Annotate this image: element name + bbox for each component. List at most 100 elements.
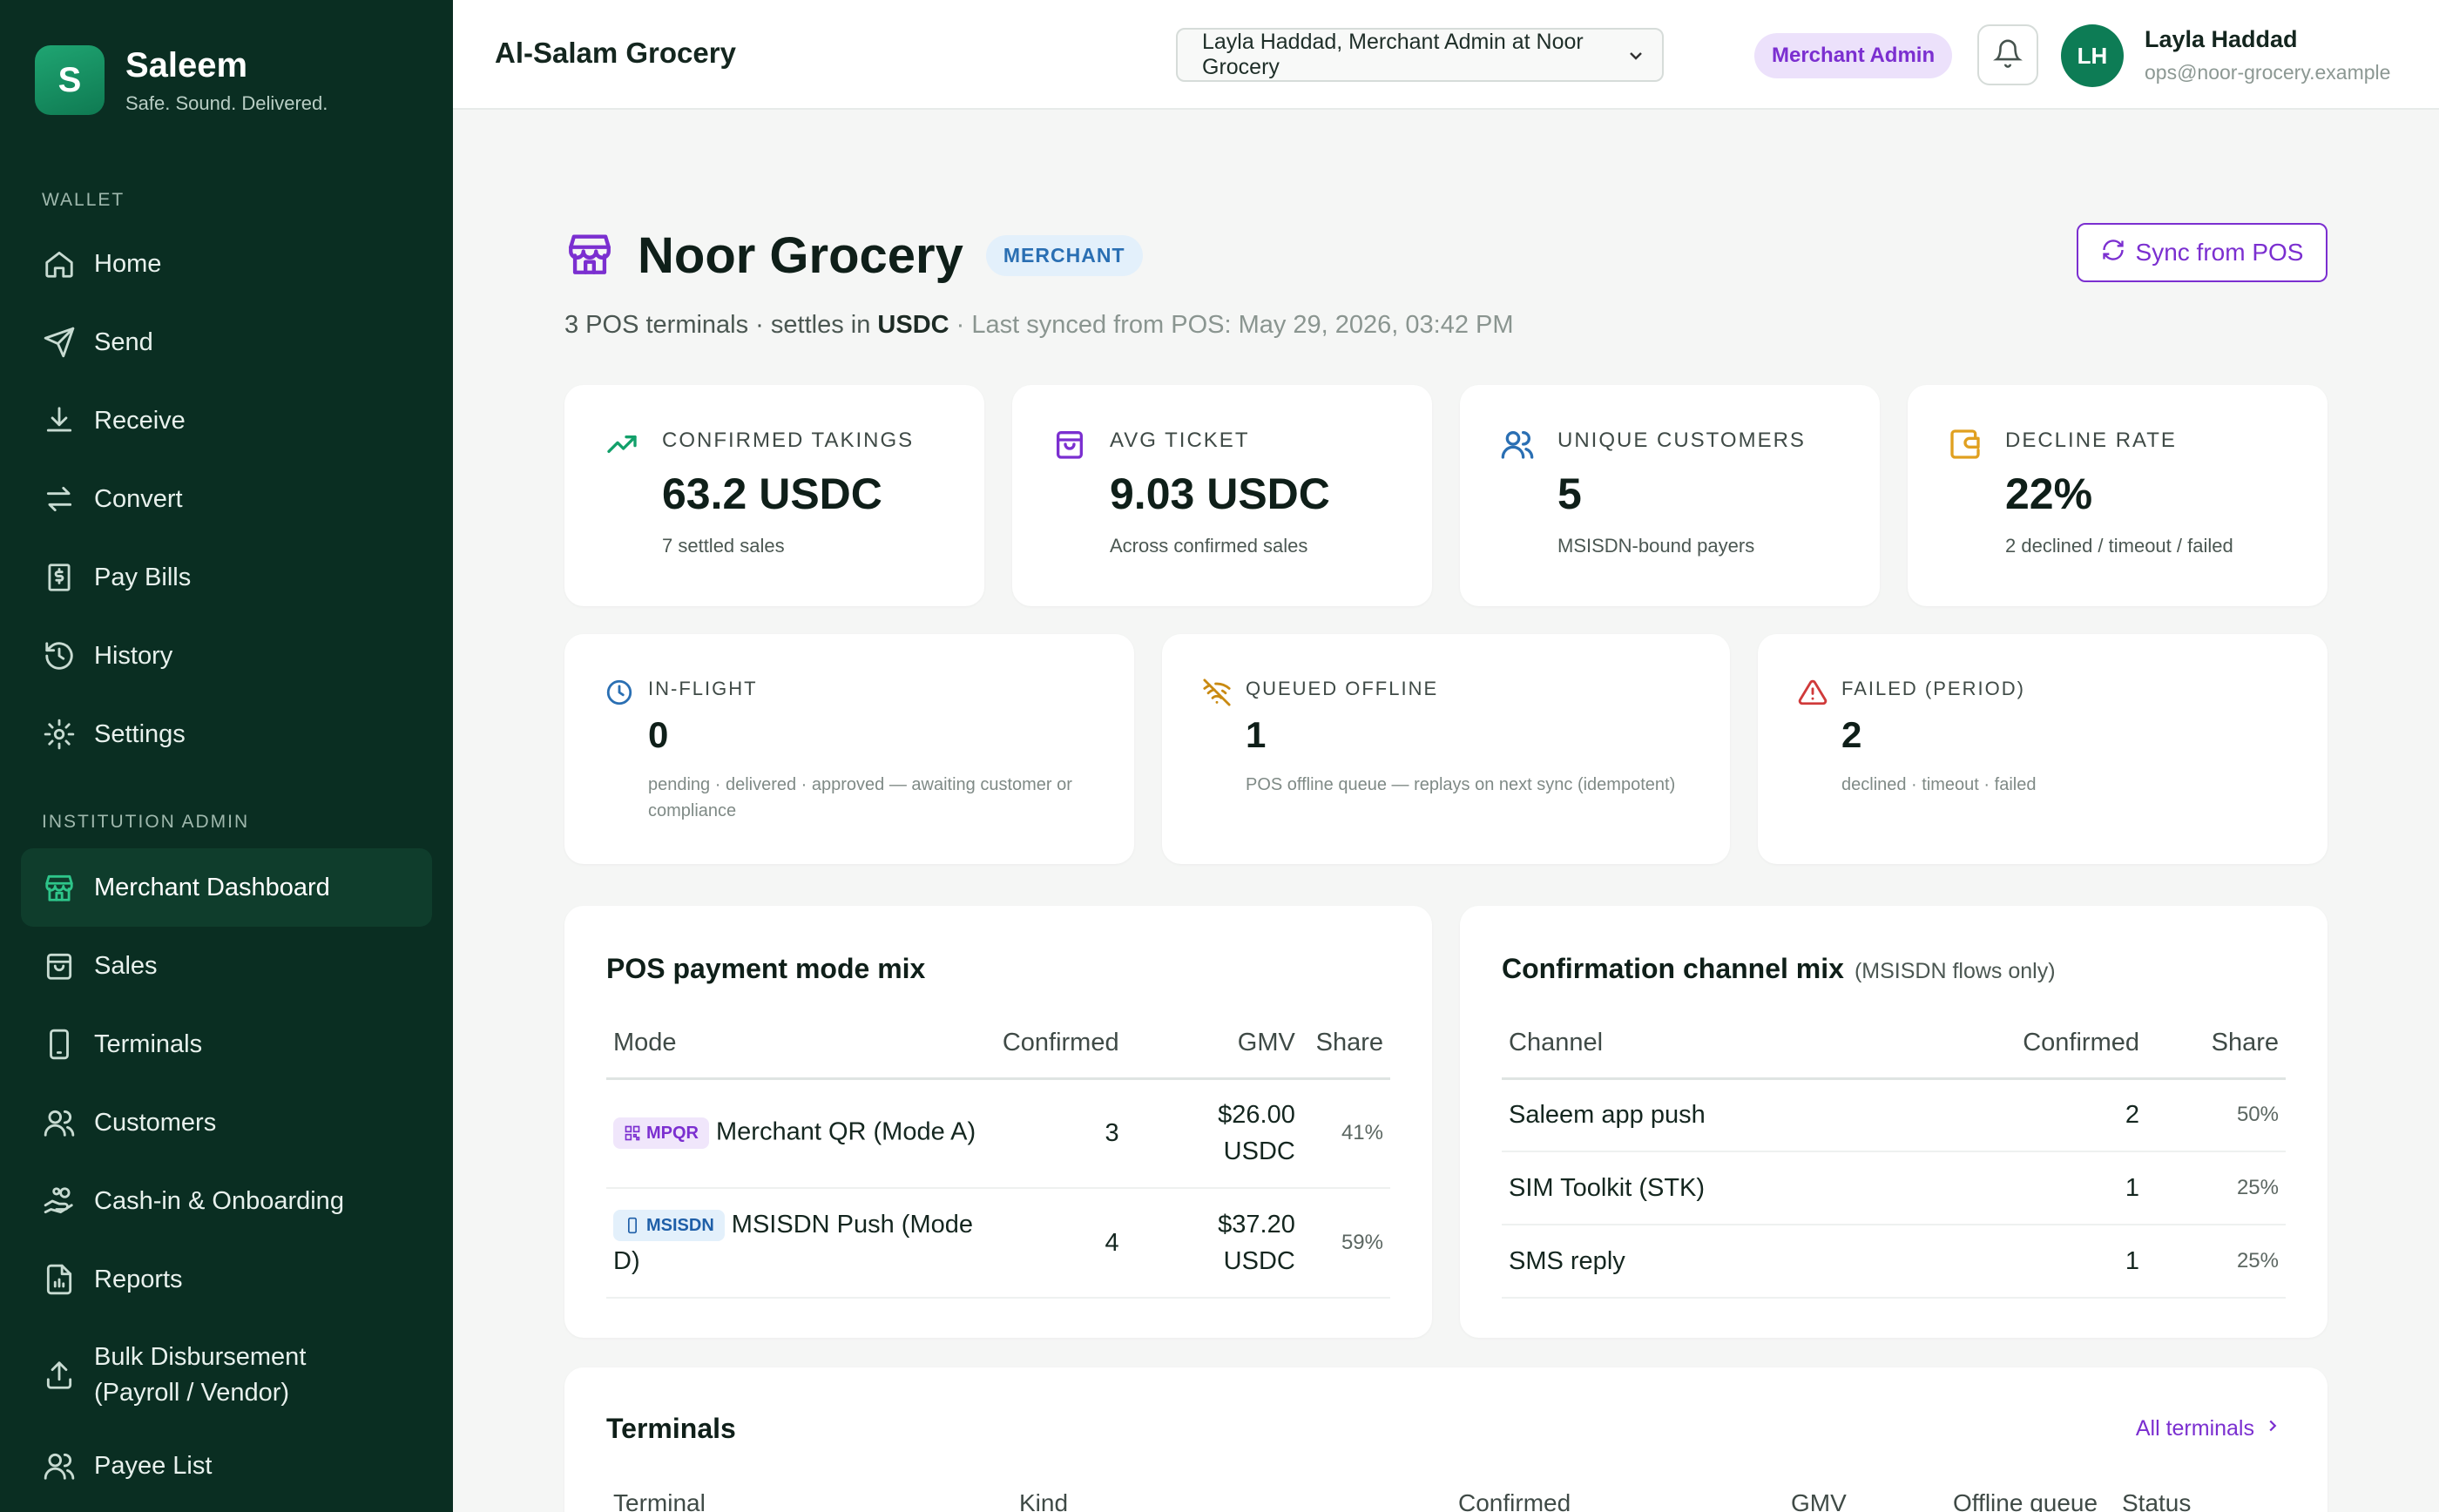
channel-cell: SMS reply	[1502, 1225, 1990, 1299]
chevron-right-icon	[2254, 1416, 2282, 1441]
kpi-sub: 7 settled sales	[662, 535, 785, 557]
sidebar-item-label: Pay Bills	[94, 563, 192, 591]
status-label: FAILED (PERIOD)	[1841, 678, 2025, 699]
qr-code-icon	[625, 1125, 640, 1141]
brand[interactable]: S Saleem Safe. Sound. Delivered.	[35, 45, 328, 115]
gmv-value: $26.00 USDC	[1218, 1101, 1295, 1166]
sidebar-item-label: Customers	[94, 1108, 217, 1137]
table-row[interactable]: MPQR Merchant QR (Mode A) 3 $26.00 USDC 4…	[606, 1078, 1390, 1189]
convert-icon	[42, 482, 77, 516]
kpi-sub: 2 declined / timeout / failed	[2005, 535, 2233, 557]
status-value: 1	[1246, 714, 1267, 755]
sidebar-item-label: History	[94, 641, 173, 670]
confirmed-cell: 3	[993, 1078, 1126, 1189]
table-row[interactable]: SIM Toolkit (STK) 1 25%	[1502, 1151, 2286, 1225]
sidebar-item-customers[interactable]: Customers	[21, 1083, 432, 1162]
brand-tagline: Safe. Sound. Delivered.	[125, 91, 328, 114]
mode-cell: MPQR Merchant QR (Mode A)	[606, 1078, 994, 1189]
trending-up-icon	[605, 427, 639, 462]
alert-triangle-icon	[1798, 678, 1828, 707]
link-label: All terminals	[2135, 1416, 2254, 1441]
sidebar-item-label: Merchant Dashboard	[94, 873, 330, 901]
sync-from-pos-button[interactable]: Sync from POS	[2077, 223, 2328, 282]
share-cell: 59%	[1301, 1188, 1390, 1299]
sidebar-item-merchant-dashboard[interactable]: Merchant Dashboard	[21, 848, 432, 927]
status-card-in-flight: IN-FLIGHT 0 pending · delivered · approv…	[564, 634, 1134, 864]
terminal-icon	[42, 1027, 77, 1062]
bill-icon	[42, 560, 77, 595]
sync-button-label: Sync from POS	[2135, 239, 2304, 266]
status-value: 2	[1841, 714, 1862, 755]
table-row[interactable]: MSISDN MSISDN Push (Mode D) 4 $37.20 USDC…	[606, 1188, 1390, 1299]
store-icon	[42, 870, 77, 905]
status-label: QUEUED OFFLINE	[1246, 678, 1439, 699]
sidebar-item-convert[interactable]: Convert	[21, 460, 432, 538]
sidebar-item-home[interactable]: Home	[21, 225, 432, 303]
sidebar: S Saleem Safe. Sound. Delivered. WALLET …	[0, 0, 453, 1512]
kpi-card-avg-ticket: AVG TICKET 9.03 USDC Across confirmed sa…	[1012, 385, 1432, 606]
table-row[interactable]: SMS reply 1 25%	[1502, 1225, 2286, 1299]
column-header: Terminal	[613, 1489, 706, 1512]
avatar[interactable]: LH	[2061, 24, 2124, 87]
column-header: Confirmed	[1458, 1489, 1571, 1512]
sidebar-item-reports[interactable]: Reports	[21, 1240, 432, 1319]
sidebar-item-cash-in[interactable]: Cash-in & Onboarding	[21, 1162, 432, 1240]
column-header: Kind	[1019, 1489, 1069, 1512]
history-icon	[42, 638, 77, 673]
channel-mix-table: Channel Confirmed Share Saleem app push …	[1502, 1009, 2286, 1299]
page-heading: Noor Grocery MERCHANT	[564, 226, 1143, 285]
kpi-label: UNIQUE CUSTOMERS	[1557, 429, 1806, 452]
sidebar-item-terminals[interactable]: Terminals	[21, 1005, 432, 1083]
org-title: Al-Salam Grocery	[495, 37, 736, 69]
report-icon	[42, 1262, 77, 1297]
gmv-cell: $26.00 USDC	[1125, 1078, 1302, 1189]
sidebar-item-settings[interactable]: Settings	[21, 695, 432, 773]
confirmed-cell: 4	[993, 1188, 1126, 1299]
notifications-button[interactable]	[1977, 24, 2038, 85]
all-terminals-link[interactable]: All terminals	[2136, 1416, 2282, 1441]
section-title: POS payment mode mix	[606, 953, 926, 984]
sidebar-item-send[interactable]: Send	[21, 303, 432, 381]
users-icon	[1500, 427, 1535, 462]
channel-cell: Saleem app push	[1502, 1078, 1990, 1152]
table-row[interactable]: Saleem app push 2 50%	[1502, 1078, 2286, 1152]
kpi-value: 9.03 USDC	[1110, 469, 1330, 518]
status-card-queued-offline: QUEUED OFFLINE 1 POS offline queue — rep…	[1162, 634, 1730, 864]
kpi-card-confirmed-takings: CONFIRMED TAKINGS 63.2 USDC 7 settled sa…	[564, 385, 984, 606]
gmv-cell: $37.20 USDC	[1125, 1188, 1302, 1299]
sidebar-item-payee-list[interactable]: Payee List	[21, 1427, 432, 1505]
kpi-sub: Across confirmed sales	[1110, 535, 1308, 557]
channel-cell: SIM Toolkit (STK)	[1502, 1151, 1990, 1225]
top-header: Al-Salam Grocery Layla Haddad, Merchant …	[453, 0, 2439, 110]
users-icon	[42, 1105, 77, 1140]
sidebar-item-history[interactable]: History	[21, 617, 432, 695]
sidebar-item-sales[interactable]: Sales	[21, 927, 432, 1005]
hand-coins-icon	[42, 1184, 77, 1218]
kpi-card-unique-customers: UNIQUE CUSTOMERS 5 MSISDN-bound payers	[1460, 385, 1880, 606]
section-title: Terminals	[606, 1413, 736, 1444]
page-title: Noor Grocery	[638, 227, 963, 284]
share-cell: 25%	[2146, 1151, 2286, 1225]
kpi-sub: MSISDN-bound payers	[1557, 535, 1755, 557]
sidebar-item-label: Terminals	[94, 1029, 203, 1058]
role-badge: Merchant Admin	[1754, 33, 1953, 78]
msisdn-tag: MSISDN	[613, 1210, 725, 1242]
sidebar-item-receive[interactable]: Receive	[21, 381, 432, 460]
status-sub: pending · delivered · approved — awaitin…	[648, 775, 1072, 820]
share-cell: 41%	[1301, 1078, 1390, 1189]
kpi-value: 63.2 USDC	[662, 469, 882, 518]
column-header: Confirmed	[993, 1009, 1126, 1080]
brand-name: Saleem	[125, 45, 248, 84]
role-select[interactable]: Layla Haddad, Merchant Admin at Noor Gro…	[1176, 28, 1664, 82]
sidebar-item-label: Convert	[94, 484, 183, 513]
column-header: Channel	[1502, 1009, 1990, 1080]
sidebar-item-bulk-disbursement[interactable]: Bulk Disbursement (Payroll / Vendor)	[21, 1327, 432, 1423]
chevron-down-icon	[1625, 45, 1646, 66]
brand-logo: S	[35, 45, 105, 115]
status-label: IN-FLIGHT	[648, 678, 758, 699]
section-note: (MSISDN flows only)	[1854, 959, 2056, 983]
clock-icon	[605, 678, 634, 707]
sidebar-item-pay-bills[interactable]: Pay Bills	[21, 538, 432, 617]
status-sub: declined · timeout · failed	[1841, 775, 2037, 794]
mode-cell: MSISDN MSISDN Push (Mode D)	[606, 1188, 994, 1299]
